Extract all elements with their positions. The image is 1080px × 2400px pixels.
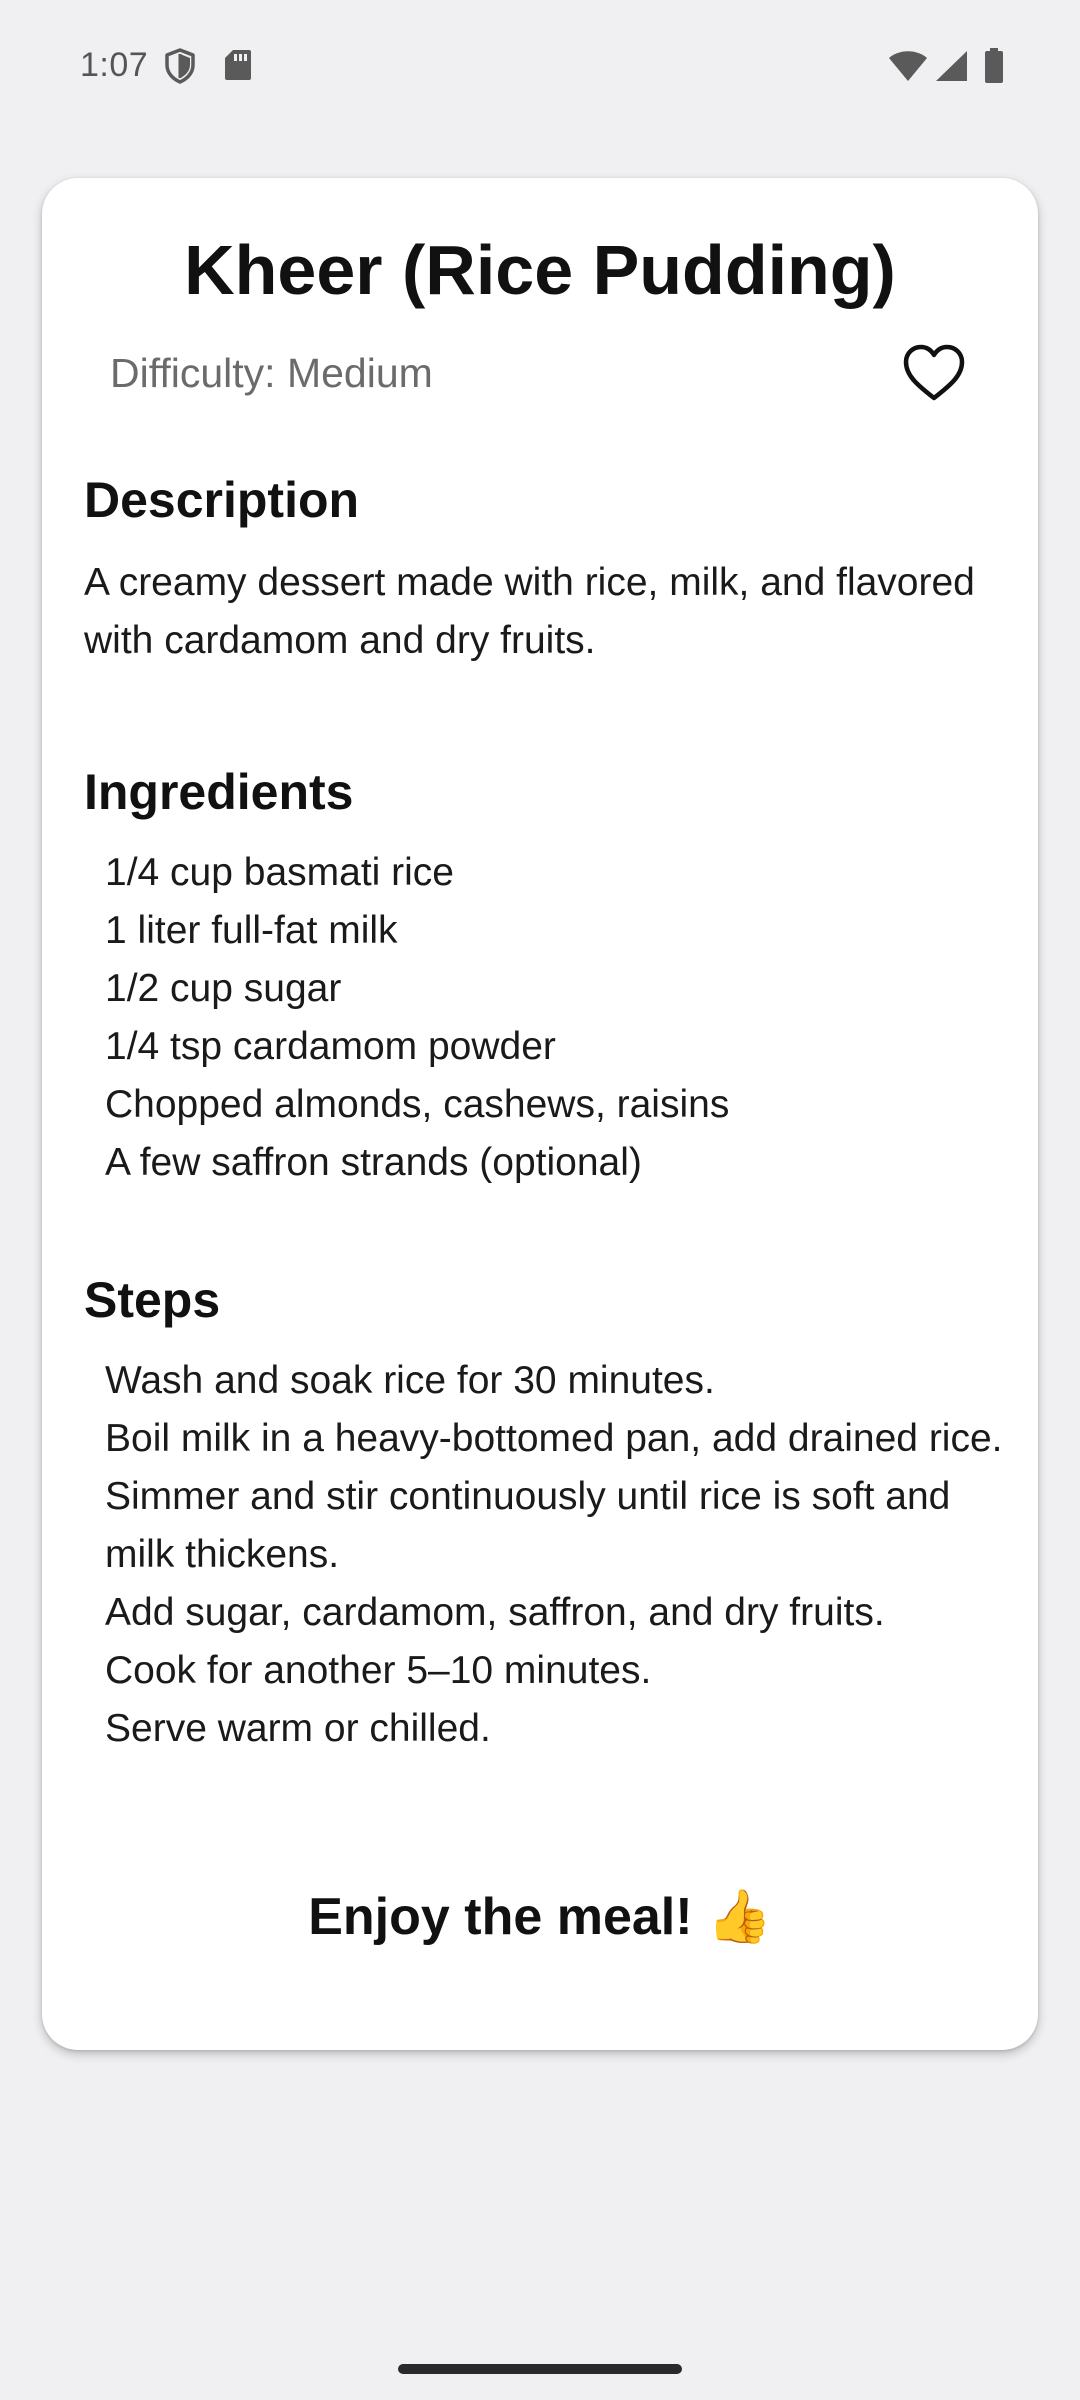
ingredient-item: Chopped almonds, cashews, raisins	[105, 1083, 730, 1126]
recipe-title: Kheer (Rice Pudding)	[184, 231, 896, 309]
home-indicator[interactable]	[398, 2364, 682, 2374]
favorite-button[interactable]	[902, 344, 966, 404]
shield-icon	[164, 48, 196, 84]
description-heading: Description	[84, 472, 360, 528]
step-item: Add sugar, cardamom, saffron, and dry fr…	[105, 1591, 885, 1634]
enjoy-message: Enjoy the meal! 👍	[308, 1888, 772, 1946]
ingredient-item: 1/2 cup sugar	[105, 967, 342, 1010]
ingredient-item: A few saffron strands (optional)	[105, 1141, 642, 1184]
ingredients-list: 1/4 cup basmati rice 1 liter full-fat mi…	[105, 844, 1005, 1192]
status-time: 1:07	[80, 46, 149, 84]
battery-icon	[984, 48, 1004, 84]
step-item: Boil milk in a heavy-bottomed pan, add d…	[105, 1417, 1003, 1460]
wifi-icon	[888, 50, 928, 86]
cellular-signal-icon	[934, 50, 968, 86]
ingredient-item: 1/4 cup basmati rice	[105, 851, 455, 894]
status-bar: 1:07	[0, 0, 1080, 130]
steps-list: Wash and soak rice for 30 minutes. Boil …	[105, 1352, 1005, 1758]
step-item: Wash and soak rice for 30 minutes.	[105, 1359, 715, 1402]
heart-outline-icon	[903, 344, 965, 401]
difficulty-label: Difficulty: Medium	[110, 350, 433, 396]
sd-card-icon	[224, 48, 252, 84]
ingredient-item: 1/4 tsp cardamom powder	[105, 1025, 556, 1068]
ingredients-heading: Ingredients	[84, 764, 354, 820]
step-item: Simmer and stir continuously until rice …	[105, 1475, 951, 1576]
recipe-card: Kheer (Rice Pudding) Difficulty: Medium …	[42, 178, 1038, 2050]
description-text: A creamy dessert made with rice, milk, a…	[84, 561, 975, 662]
step-item: Serve warm or chilled.	[105, 1707, 491, 1750]
ingredient-item: 1 liter full-fat milk	[105, 909, 398, 952]
steps-heading: Steps	[84, 1272, 221, 1328]
step-item: Cook for another 5–10 minutes.	[105, 1649, 652, 1692]
